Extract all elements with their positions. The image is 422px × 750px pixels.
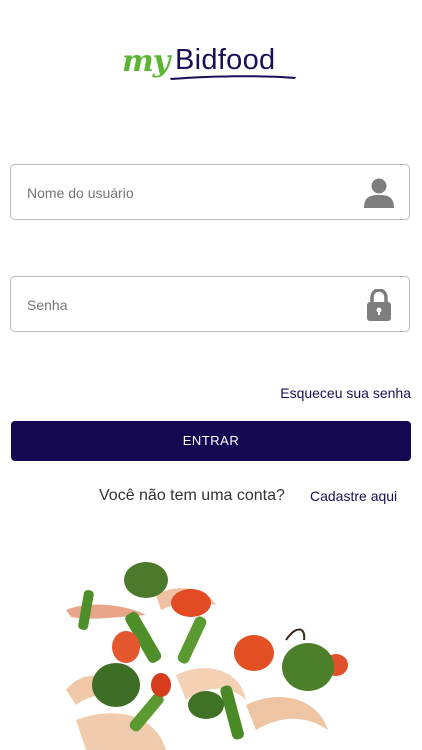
signup-link[interactable]: Cadastre aqui <box>310 488 397 504</box>
user-icon <box>364 178 394 208</box>
password-field[interactable]: Senha <box>10 276 410 332</box>
signup-prompt: Você não tem uma conta? <box>99 487 285 504</box>
lock-icon <box>367 289 391 321</box>
password-placeholder: Senha <box>27 297 68 313</box>
logo-swoosh <box>170 75 296 80</box>
logo-my-text: my <box>122 44 170 79</box>
mybidfood-logo: my Bidfood <box>120 42 302 90</box>
login-button[interactable]: ENTRAR <box>11 421 411 461</box>
forgot-password-link[interactable]: Esqueceu sua senha <box>280 385 411 401</box>
username-placeholder: Nome do usuário <box>27 185 134 201</box>
food-image <box>66 562 348 750</box>
username-field[interactable]: Nome do usuário <box>10 164 410 220</box>
